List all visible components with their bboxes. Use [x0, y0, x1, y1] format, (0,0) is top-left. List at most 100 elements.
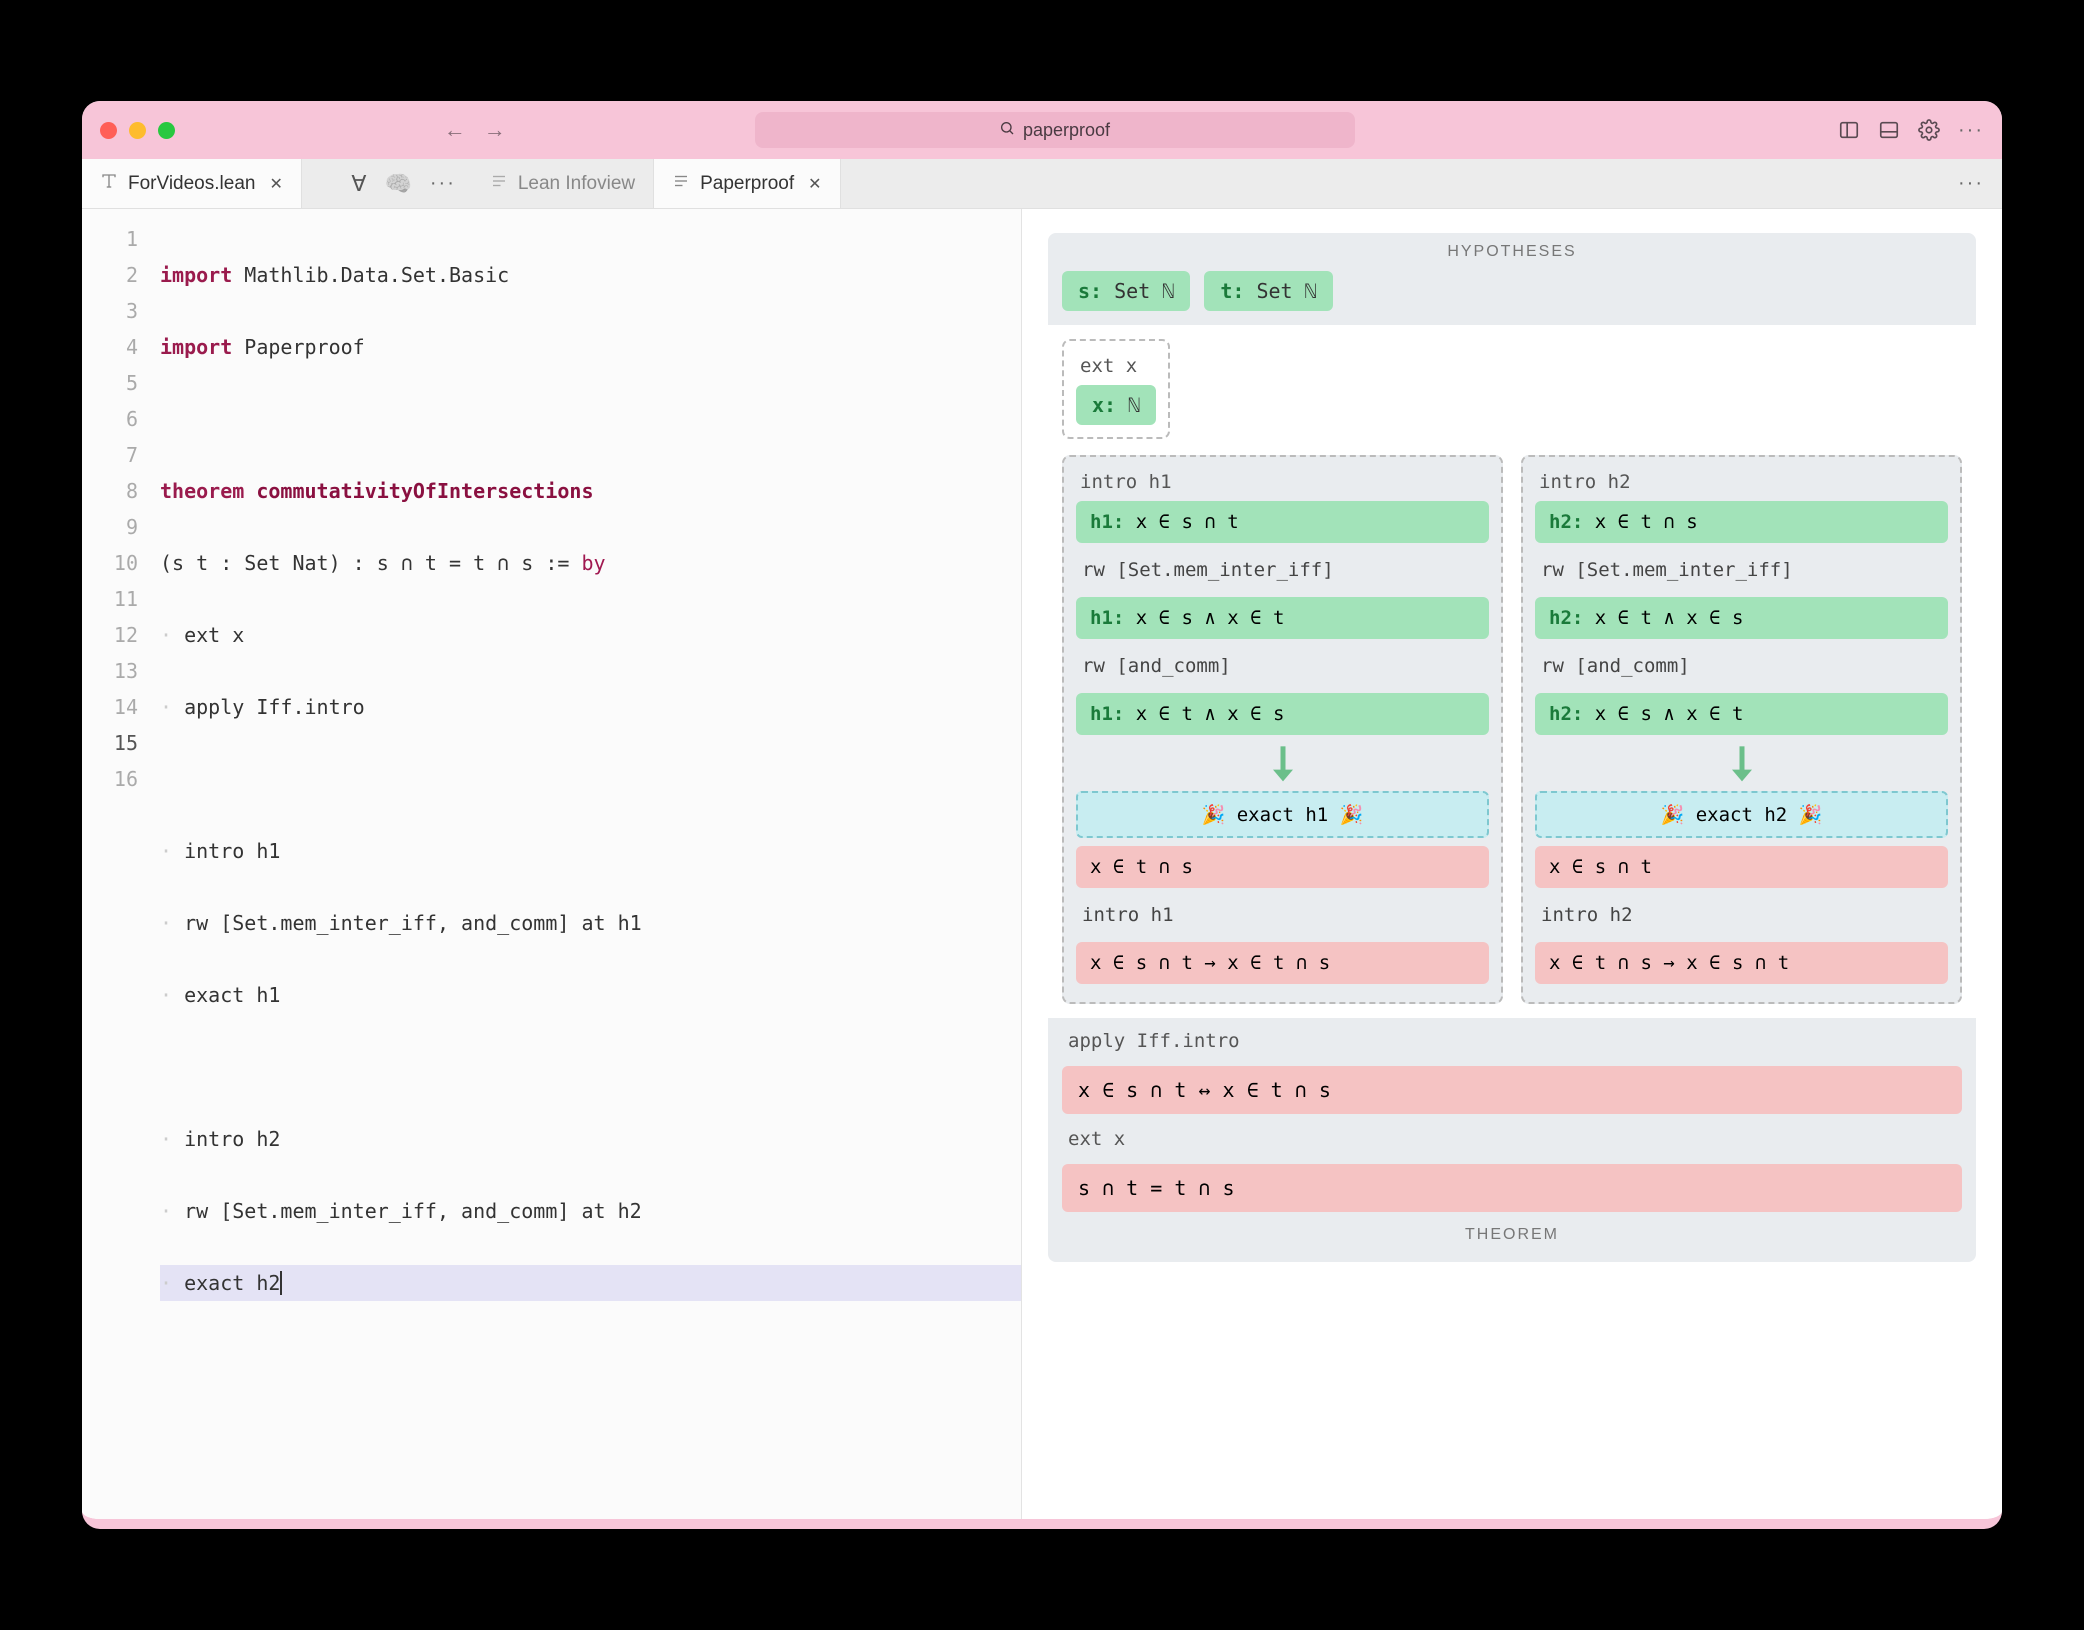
- keyword: import: [160, 335, 232, 359]
- lean-file-icon: [100, 172, 118, 196]
- code-text: rw [Set.mem_inter_iff, and_comm] at h2: [184, 1199, 642, 1223]
- panel-actions: ···: [841, 159, 2002, 208]
- keyword: theorem: [160, 479, 244, 503]
- tactic-step: rw [and_comm]: [1535, 647, 1948, 685]
- close-icon[interactable]: ✕: [808, 174, 821, 194]
- tab-lean-infoview[interactable]: Lean Infoview: [472, 159, 654, 208]
- search-text: paperproof: [1023, 120, 1110, 141]
- tactic-step: intro h1: [1076, 896, 1489, 934]
- hyp-type: Set ℕ: [1244, 279, 1316, 303]
- line-number: 5: [82, 365, 138, 401]
- editor-pane[interactable]: 1 2 3 4 5 6 7 8 9 10 11 12 13 14 15 16 i…: [82, 209, 1022, 1519]
- command-center[interactable]: paperproof: [755, 112, 1355, 148]
- line-number: 13: [82, 653, 138, 689]
- more-icon[interactable]: ···: [1958, 119, 1984, 142]
- hyp-var: s:: [1078, 279, 1102, 303]
- goal-step[interactable]: x ∈ s ∩ t → x ∈ t ∩ s: [1076, 942, 1489, 984]
- tab-file[interactable]: ForVideos.lean ✕: [82, 159, 302, 208]
- hyp-var: h2:: [1549, 511, 1583, 533]
- tactic-step: apply Iff.intro: [1062, 1022, 1962, 1060]
- maximize-window-button[interactable]: [158, 122, 175, 139]
- goal-step[interactable]: x ∈ s ∩ t ↔ x ∈ t ∩ s: [1062, 1066, 1962, 1114]
- theorem-label: THEOREM: [1062, 1218, 1962, 1244]
- code-area[interactable]: import Mathlib.Data.Set.Basic import Pap…: [152, 209, 1021, 1519]
- tactic-label: intro h1: [1076, 467, 1489, 501]
- tab-paperproof-label: Paperproof: [700, 173, 794, 195]
- hyp-var: t:: [1220, 279, 1244, 303]
- line-number: 4: [82, 329, 138, 365]
- tactic-step: intro h2: [1535, 896, 1948, 934]
- hypothesis-chip[interactable]: x: ℕ: [1076, 385, 1156, 425]
- hypothesis-step[interactable]: h1: x ∈ s ∧ x ∈ t: [1076, 597, 1489, 639]
- hypothesis-chip[interactable]: s: Set ℕ: [1062, 271, 1190, 311]
- hyp-var: x:: [1092, 393, 1116, 417]
- hypothesis-step[interactable]: h1: x ∈ s ∩ t: [1076, 501, 1489, 543]
- editor-tabs: ForVideos.lean ✕ ∀ 🧠 ··· Lean Infoview P…: [82, 159, 2002, 209]
- ext-box: ext x x: ℕ: [1062, 339, 1170, 439]
- minimize-window-button[interactable]: [129, 122, 146, 139]
- goal-step[interactable]: x ∈ t ∩ s: [1076, 846, 1489, 888]
- line-number: 14: [82, 689, 138, 725]
- exact-step[interactable]: 🎉 exact h2 🎉: [1535, 791, 1948, 838]
- code-text: Mathlib.Data.Set.Basic: [232, 263, 509, 287]
- line-number: 11: [82, 581, 138, 617]
- brain-icon[interactable]: 🧠: [384, 171, 411, 197]
- preview-icon: [672, 172, 690, 196]
- gear-icon[interactable]: [1918, 119, 1940, 141]
- proof-branches: intro h1 h1: x ∈ s ∩ t rw [Set.mem_inter…: [1062, 455, 1962, 1004]
- hypothesis-step[interactable]: h2: x ∈ s ∧ x ∈ t: [1535, 693, 1948, 735]
- arrow-down-icon: [1535, 743, 1948, 783]
- tab-paperproof[interactable]: Paperproof ✕: [654, 159, 840, 208]
- tactic-step: rw [and_comm]: [1076, 647, 1489, 685]
- more-icon[interactable]: ···: [1958, 172, 1984, 195]
- code-text: intro h1: [184, 839, 280, 863]
- titlebar: ← → paperproof ···: [82, 101, 2002, 159]
- hypothesis-step[interactable]: h1: x ∈ t ∧ x ∈ s: [1076, 693, 1489, 735]
- line-number: 7: [82, 437, 138, 473]
- hyp-var: h2:: [1549, 703, 1583, 725]
- forall-icon[interactable]: ∀: [351, 171, 366, 197]
- cursor: [280, 1271, 282, 1295]
- line-number: 9: [82, 509, 138, 545]
- line-number: 2: [82, 257, 138, 293]
- window-controls: [100, 122, 175, 139]
- hypotheses-label: HYPOTHESES: [1048, 233, 1976, 271]
- proof-footer: apply Iff.intro x ∈ s ∩ t ↔ x ∈ t ∩ s ex…: [1048, 1018, 1976, 1254]
- code-text: ext x: [184, 623, 244, 647]
- code-text: rw [Set.mem_inter_iff, and_comm] at h1: [184, 911, 642, 935]
- paperproof-pane[interactable]: HYPOTHESES s: Set ℕ t: Set ℕ ext x x: ℕ …: [1022, 209, 2002, 1519]
- hyp-type: ℕ: [1116, 393, 1140, 417]
- hyp-body: x ∈ s ∧ x ∈ t: [1124, 607, 1284, 629]
- tactic-step: rw [Set.mem_inter_iff]: [1535, 551, 1948, 589]
- nav-arrows: ← →: [444, 117, 506, 143]
- close-window-button[interactable]: [100, 122, 117, 139]
- keyword: by: [581, 551, 605, 575]
- more-icon[interactable]: ···: [430, 172, 456, 195]
- hypotheses-row: s: Set ℕ t: Set ℕ: [1048, 271, 1976, 325]
- line-number: 1: [82, 221, 138, 257]
- main-area: 1 2 3 4 5 6 7 8 9 10 11 12 13 14 15 16 i…: [82, 209, 2002, 1519]
- code-text: exact h1: [184, 983, 280, 1007]
- line-number: 10: [82, 545, 138, 581]
- nav-back-icon[interactable]: ←: [444, 117, 466, 143]
- hyp-body: x ∈ t ∧ x ∈ s: [1124, 703, 1284, 725]
- hyp-body: x ∈ t ∩ s: [1583, 511, 1697, 533]
- goal-step[interactable]: x ∈ t ∩ s → x ∈ s ∩ t: [1535, 942, 1948, 984]
- layout-sidebar-icon[interactable]: [1838, 119, 1860, 141]
- exact-step[interactable]: 🎉 exact h1 🎉: [1076, 791, 1489, 838]
- nav-forward-icon[interactable]: →: [484, 117, 506, 143]
- proof-tree: HYPOTHESES s: Set ℕ t: Set ℕ ext x x: ℕ …: [1048, 233, 1976, 1262]
- hypothesis-chip[interactable]: t: Set ℕ: [1204, 271, 1332, 311]
- code-text: (s t : Set Nat) : s ∩ t = t ∩ s :=: [160, 551, 581, 575]
- close-icon[interactable]: ✕: [269, 174, 282, 194]
- goal-step[interactable]: x ∈ s ∩ t: [1535, 846, 1948, 888]
- layout-panel-icon[interactable]: [1878, 119, 1900, 141]
- code-text: intro h2: [184, 1127, 280, 1151]
- hyp-var: h2:: [1549, 607, 1583, 629]
- code-text: apply Iff.intro: [184, 695, 365, 719]
- hypothesis-step[interactable]: h2: x ∈ t ∧ x ∈ s: [1535, 597, 1948, 639]
- keyword: import: [160, 263, 232, 287]
- goal-step[interactable]: s ∩ t = t ∩ s: [1062, 1164, 1962, 1212]
- hypothesis-step[interactable]: h2: x ∈ t ∩ s: [1535, 501, 1948, 543]
- tactic-label: intro h2: [1535, 467, 1948, 501]
